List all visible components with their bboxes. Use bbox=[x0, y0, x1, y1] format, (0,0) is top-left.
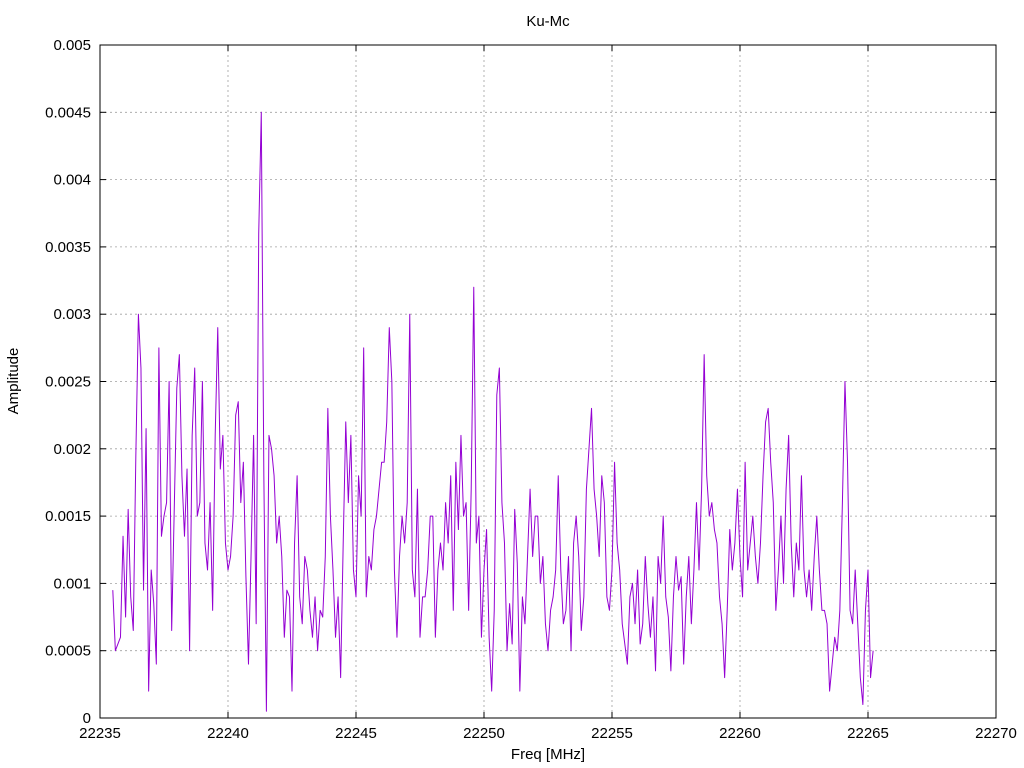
x-tick-label: 22255 bbox=[591, 725, 633, 742]
y-tick-label: 0.0005 bbox=[45, 643, 91, 660]
grid-lines bbox=[100, 45, 996, 718]
y-tick-label: 0.004 bbox=[53, 172, 91, 189]
series-layer bbox=[112, 111, 874, 712]
y-tick-label: 0.001 bbox=[53, 575, 91, 592]
x-tick-label: 22240 bbox=[207, 725, 249, 742]
y-tick-label: 0.0045 bbox=[45, 104, 91, 121]
x-tick-label: 22270 bbox=[975, 725, 1017, 742]
x-axis-label: Freq [MHz] bbox=[511, 746, 585, 763]
x-tick-label: 22265 bbox=[847, 725, 889, 742]
y-tick-label: 0.005 bbox=[53, 37, 91, 54]
y-tick-label: 0 bbox=[83, 710, 91, 727]
y-tick-label: 0.0015 bbox=[45, 508, 91, 525]
x-tick-label: 22245 bbox=[335, 725, 377, 742]
x-tick-label: 22260 bbox=[719, 725, 761, 742]
y-tick-label: 0.0025 bbox=[45, 374, 91, 391]
amplitude-series-line bbox=[112, 111, 874, 712]
x-tick-label: 22250 bbox=[463, 725, 505, 742]
y-tick-label: 0.002 bbox=[53, 441, 91, 458]
line-chart: 22235 22240 22245 22250 22255 22260 22265 22270… bbox=[5, 13, 1017, 763]
chart-title: Ku-Mc bbox=[526, 13, 570, 30]
axis-ticks: 22235 22240 22245 22250 22255 22260 22265 22270… bbox=[45, 37, 1017, 742]
y-axis-label: Amplitude bbox=[5, 348, 22, 415]
y-tick-label: 0.0035 bbox=[45, 239, 91, 256]
x-tick-label: 22235 bbox=[79, 725, 121, 742]
y-tick-label: 0.003 bbox=[53, 306, 91, 323]
